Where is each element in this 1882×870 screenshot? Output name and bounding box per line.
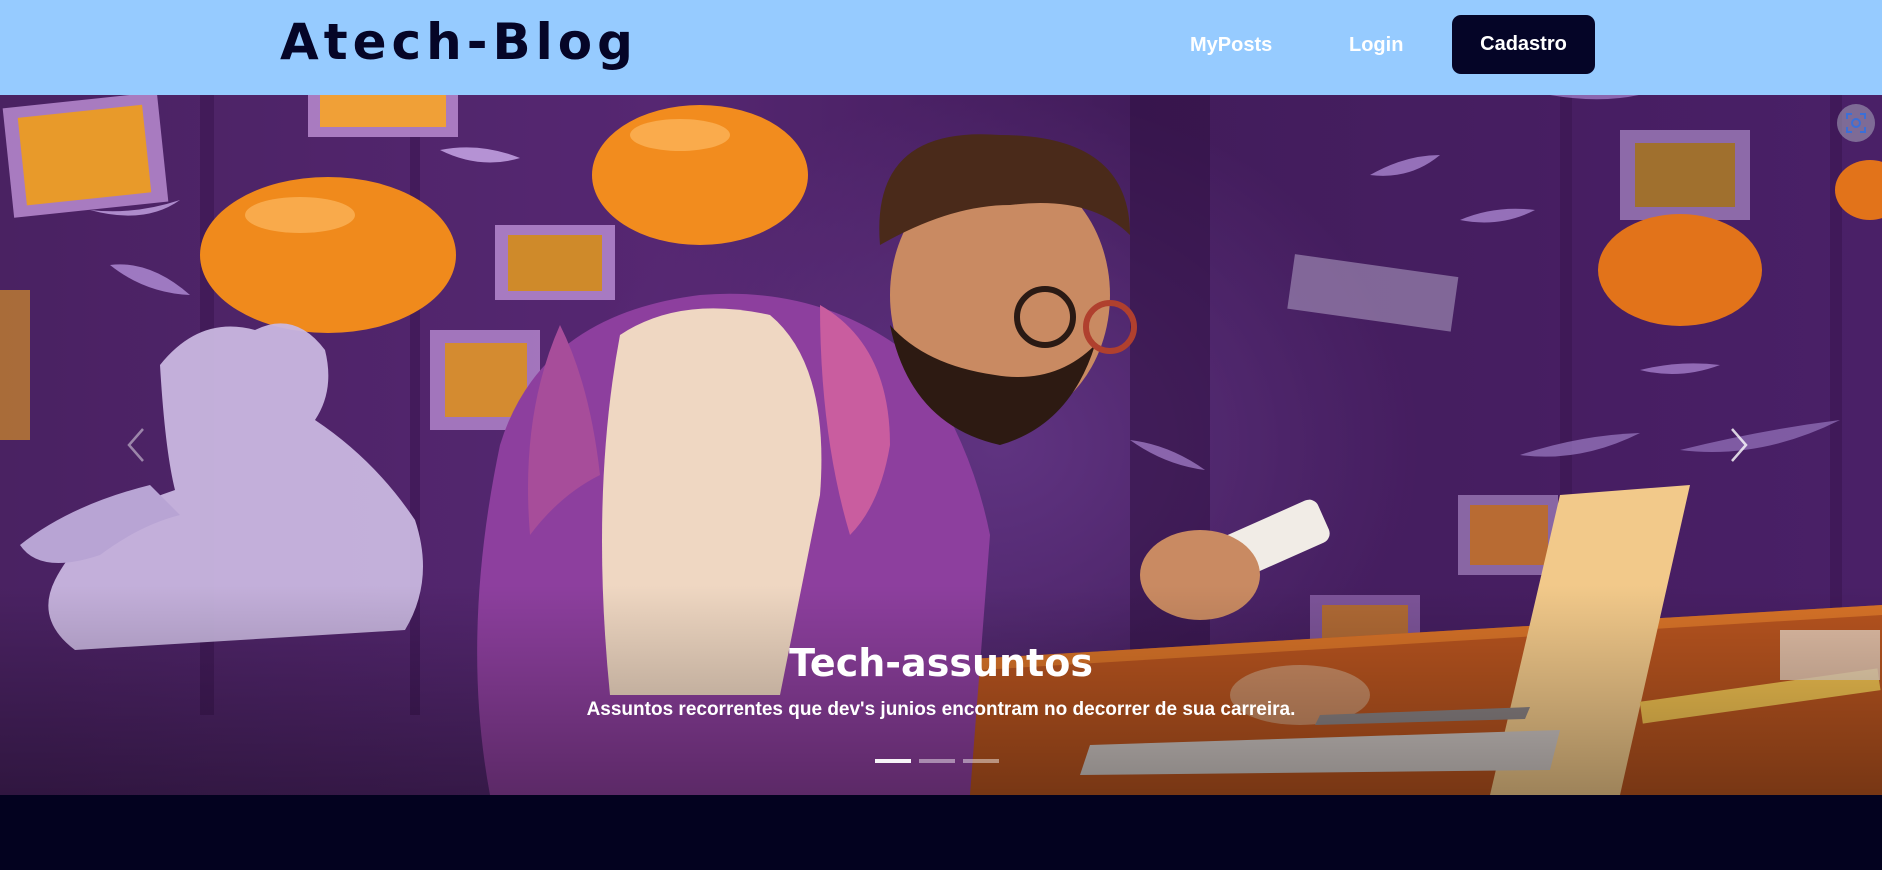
carousel-prev-button[interactable] [105,415,165,475]
brand-logo[interactable]: Atech-Blog [280,10,638,74]
nav-link-login[interactable]: Login [1349,32,1403,58]
nav-link-myposts[interactable]: MyPosts [1190,32,1272,58]
slide-caption: Assuntos recorrentes que dev's junios en… [586,699,1296,720]
chevron-left-icon [127,428,144,462]
carousel-next-button[interactable] [1710,415,1770,475]
signup-button[interactable]: Cadastro [1452,15,1595,74]
slide-title: Tech-assuntos [789,641,1093,685]
carousel-indicator-3[interactable] [963,759,999,763]
carousel-indicator-1[interactable] [875,759,911,763]
chevron-right-icon [1731,428,1748,462]
navbar: Atech-Blog MyPosts Login Cadastro [0,0,1882,95]
hero-carousel: Tech-assuntos Assuntos recorrentes que d… [0,95,1882,795]
hero-image [0,95,1882,795]
page-footer-band [0,795,1882,870]
visual-search-icon[interactable] [1837,104,1875,142]
carousel-indicators [875,759,999,763]
carousel-indicator-2[interactable] [919,759,955,763]
